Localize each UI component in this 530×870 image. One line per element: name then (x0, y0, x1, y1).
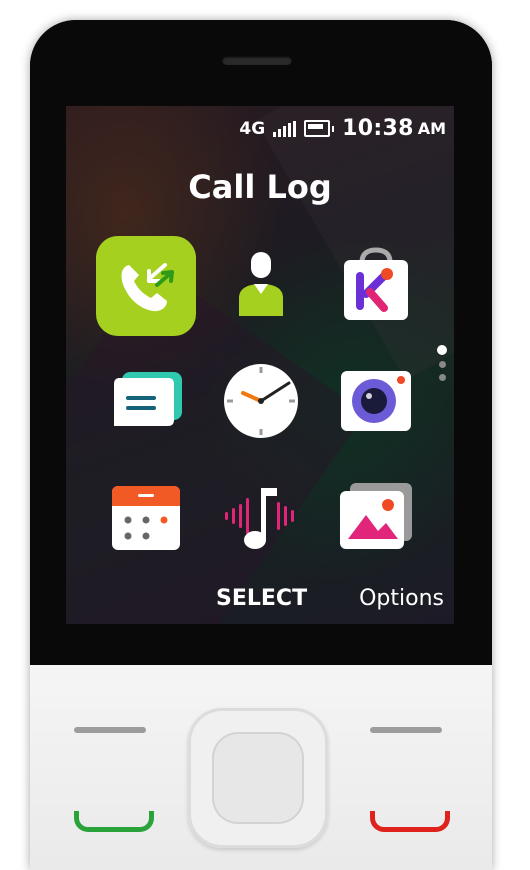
camera-icon (341, 371, 411, 431)
keypad (30, 665, 492, 870)
left-softkey-button[interactable] (74, 727, 146, 733)
app-contacts[interactable] (211, 236, 311, 336)
network-type: 4G (239, 118, 266, 139)
app-gallery[interactable] (326, 466, 426, 566)
phone-bezel: 4G 10:38 AM Call Log SELECT Options (30, 20, 492, 665)
page-dot (439, 361, 446, 368)
softkey-bar: SELECT Options (66, 580, 454, 624)
clock-icon (224, 364, 298, 438)
calendar-icon (112, 486, 180, 550)
softkey-options[interactable]: Options (359, 586, 444, 611)
softkey-select[interactable]: SELECT (216, 586, 307, 611)
end-call-key[interactable] (370, 811, 450, 832)
app-clock[interactable] (211, 351, 311, 451)
call-log-icon (121, 263, 174, 312)
home-screen: 4G 10:38 AM Call Log SELECT Options (66, 106, 454, 624)
dpad-center-button[interactable] (212, 732, 304, 824)
page-title: Call Log (188, 168, 332, 206)
app-store[interactable] (326, 236, 426, 336)
right-softkey-button[interactable] (370, 727, 442, 733)
signal-icon (273, 120, 297, 137)
page-dot-active (437, 345, 447, 355)
app-music[interactable] (211, 466, 311, 566)
phone-body: 4G 10:38 AM Call Log SELECT Options (30, 20, 492, 870)
gallery-icon (340, 483, 412, 549)
call-key[interactable] (74, 811, 154, 832)
page-dot (439, 374, 446, 381)
clock-time: 10:38 (342, 116, 414, 141)
messages-icon (114, 372, 182, 426)
music-icon (225, 488, 294, 549)
app-messages[interactable] (96, 351, 196, 451)
dpad[interactable] (188, 708, 328, 848)
earpiece (222, 56, 292, 65)
app-calendar[interactable] (96, 466, 196, 566)
app-camera[interactable] (326, 351, 426, 451)
store-icon (344, 247, 408, 320)
contacts-icon (239, 252, 283, 316)
clock-ampm: AM (417, 119, 446, 138)
page-indicator (437, 345, 447, 387)
status-bar: 4G 10:38 AM (239, 116, 446, 141)
battery-icon (304, 120, 331, 137)
app-call-log[interactable] (96, 236, 196, 336)
